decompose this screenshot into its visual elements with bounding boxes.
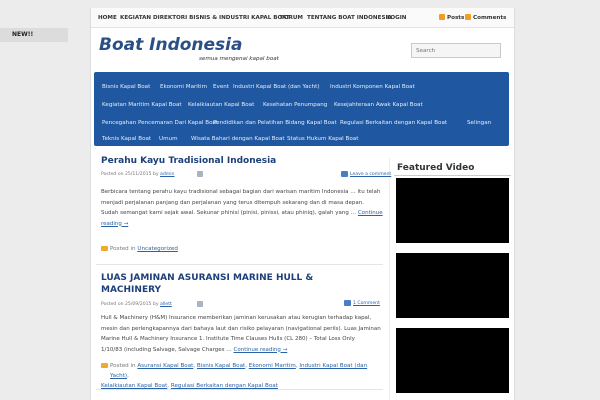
category-tag-link[interactable]: Bisnis Kapal Boat [197, 363, 245, 369]
category-link[interactable]: Event [213, 84, 229, 90]
posted-in: Posted in Asuransi Kapal Boat, Bisnis Ka… [101, 361, 386, 391]
excerpt-line: mesin dan perlengkapannya dari bahaya la… [101, 325, 381, 332]
category-link[interactable]: Kesehatan Penumpang [263, 102, 327, 108]
post-divider [96, 389, 383, 390]
category-link[interactable]: Pendidikan dan Pelatihan Bidang Kapal Bo… [213, 120, 337, 126]
excerpt-line: reading → [101, 219, 386, 230]
continue-reading-link[interactable]: Continue reading → [234, 347, 288, 353]
rss-posts-icon[interactable] [439, 14, 445, 20]
excerpt-line: Hull & Machinery (H&M) Insurance memberi… [101, 315, 372, 321]
rss-posts-link[interactable]: Posts [447, 15, 464, 21]
post-meta: Posted on 25/09/2015 by allett [101, 302, 172, 307]
featured-video-heading: Featured Video [397, 163, 475, 173]
excerpt-line: menjadi perjalanan panjang dan perjalana… [101, 199, 364, 206]
post-excerpt: Hull & Machinery (H&M) Insurance memberi… [101, 313, 386, 355]
site-title[interactable]: Boat Indonesia [99, 35, 242, 55]
new-badge-box[interactable]: NEW!! [0, 28, 68, 42]
category-link[interactable]: Kegiatan Maritim Kapal Boat [102, 102, 182, 108]
category-link[interactable]: Status Hukum Kapal Boat [287, 136, 358, 142]
post-title-continued[interactable]: MACHINERY [101, 285, 161, 295]
excerpt-line-text: Sudah semangat kami sejak awal. Sekunar … [101, 210, 357, 216]
post-date: Posted on 25/09/2015 by [101, 302, 159, 307]
comment-link[interactable]: 1 Comment [353, 301, 380, 306]
column-separator [389, 158, 390, 400]
category-link[interactable]: Kesejahteraan Awak Kapal Boat [334, 102, 423, 108]
excerpt-line: Berbicara tentang perahu kayu tradisiona… [101, 189, 381, 195]
nav-login[interactable]: Login [387, 15, 406, 21]
post-excerpt: Berbicara tentang perahu kayu tradisiona… [101, 187, 386, 229]
post-title[interactable]: LUAS JAMINAN ASURANSI MARINE HULL & [101, 273, 313, 283]
post-author[interactable]: allett [160, 302, 172, 307]
excerpt-line-text: 1/10/83 (including Salvage, Salvage Char… [101, 346, 232, 353]
category-link[interactable]: Ekonomi Maritim [160, 84, 207, 90]
category-link[interactable]: Industri Kapal Boat (dan Yacht) [233, 84, 320, 90]
posted-in-label: Posted in [110, 246, 136, 252]
site-tagline: semua mengenai kapal boat [199, 56, 279, 62]
featured-video-player[interactable] [396, 328, 509, 393]
new-label[interactable]: NEW!! [12, 31, 33, 38]
nav-kegiatan[interactable]: Kegiatan [120, 15, 151, 21]
posted-in-line: Posted in Asuransi Kapal Boat, Bisnis Ka… [110, 363, 368, 379]
featured-video-player[interactable] [396, 253, 509, 318]
category-link[interactable]: Industri Komponen Kapal Boat [330, 84, 415, 90]
excerpt-line: Marine Hull & Machinery Insurance 1. Ins… [101, 336, 355, 342]
folder-icon [101, 363, 108, 368]
posted-in-label: Posted in [110, 363, 136, 369]
category-tag-link[interactable]: Ekonomi Maritim [249, 363, 296, 369]
top-navigation: Home Kegiatan Direktori Bisnis & Industr… [91, 8, 514, 28]
sidebar-heading-rule [394, 175, 511, 176]
rss-comments-link[interactable]: Comments [473, 15, 506, 21]
rss-comments-icon[interactable] [465, 14, 471, 20]
category-navigation: Bisnis Kapal Boat Ekonomi Maritim Event … [94, 72, 509, 146]
continue-reading-link[interactable]: reading → [101, 221, 128, 227]
category-link[interactable]: Selingan [467, 120, 491, 126]
featured-video-player[interactable] [396, 178, 509, 243]
category-link[interactable]: Umum [159, 136, 178, 142]
nav-forum[interactable]: Forum [280, 15, 303, 21]
category-link[interactable]: Teknis Kapal Boat [102, 136, 151, 142]
category-link[interactable]: Bisnis Kapal Boat [102, 84, 150, 90]
post-meta: Posted on 25/11/2015 by admin [101, 172, 174, 177]
author-avatar-icon [197, 301, 203, 307]
post-divider [96, 264, 383, 265]
comment-link[interactable]: Leave a comment [350, 172, 391, 177]
category-link[interactable]: Regulasi Berkaitan dengan Kapal Boat [340, 120, 447, 126]
category-link[interactable]: Wisata Bahari dengan Kapal Boat [191, 136, 285, 142]
excerpt-line: 1/10/83 (including Salvage, Salvage Char… [101, 345, 386, 356]
nav-direktori[interactable]: Direktori Bisnis & Industri Kapal Boat [153, 15, 290, 21]
nav-home[interactable]: Home [98, 15, 117, 21]
continue-reading-link[interactable]: Continue [358, 210, 383, 216]
category-link[interactable]: Kelaikiautan Kapal Boat [188, 102, 254, 108]
post-date: Posted on 25/11/2015 by [101, 172, 159, 177]
posted-in: Posted in Uncategorized [110, 244, 178, 254]
excerpt-line: Sudah semangat kami sejak awal. Sekunar … [101, 208, 386, 219]
category-tag-link[interactable]: Asuransi Kapal Boat [137, 363, 193, 369]
category-link[interactable]: Pencegahan Pencemaran Dari Kapal Boat [102, 120, 218, 126]
page-wrapper: Home Kegiatan Direktori Bisnis & Industr… [90, 8, 515, 400]
author-avatar-icon [197, 171, 203, 177]
search-input[interactable] [411, 43, 501, 58]
post-title[interactable]: Perahu Kayu Tradisional Indonesia [101, 156, 276, 166]
folder-icon [101, 246, 108, 251]
post-author[interactable]: admin [160, 172, 174, 177]
category-tag-link[interactable]: Uncategorized [137, 246, 178, 252]
comment-bubble-icon[interactable] [344, 300, 351, 306]
nav-tentang[interactable]: Tentang Boat Indonesia [307, 15, 392, 21]
comment-bubble-icon[interactable] [341, 171, 348, 177]
